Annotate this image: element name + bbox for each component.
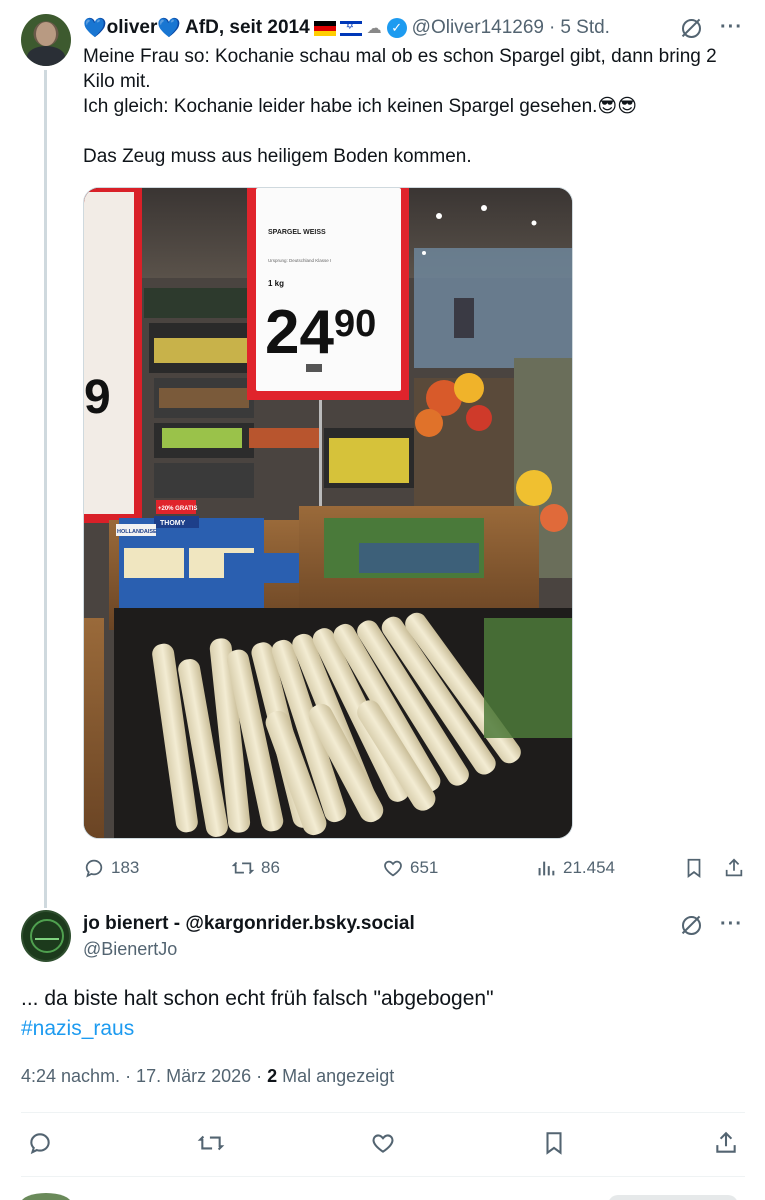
like-count: 651 [410,858,439,877]
tweet-text: ... da biste halt schon echt früh falsch… [21,984,741,1044]
tweet-actions [21,1126,745,1162]
blue-heart-icon: 💙 [83,18,107,39]
bookmark-icon [546,1132,562,1155]
reply-button[interactable]: 183 [83,857,139,879]
share-button[interactable] [713,1130,739,1161]
tweet-meta: 4:24 nachm. · 17. März 2026 · 2 Mal ange… [21,1066,394,1087]
sign-origin: Ursprung: Deutschland Klasse I [268,258,331,263]
more-icon[interactable]: ··· [720,913,743,936]
german-flag-icon [313,20,336,36]
tweet-top-actions: ··· [680,913,743,936]
tray-product: HOLLANDAISE [117,529,157,535]
reply-button[interactable] [27,1130,53,1161]
tray-label: +20% GRATIS [158,506,197,512]
bookmark-icon [687,858,701,878]
next-button[interactable] [608,1195,738,1200]
divider [21,1112,745,1113]
hashtag-link[interactable]: #nazis_raus [21,1014,741,1044]
verified-badge-icon: ✓ [386,18,407,38]
heart-icon [372,1134,394,1153]
reply-icon [85,859,103,878]
grok-icon[interactable] [680,17,702,39]
display-name[interactable]: oliver [107,17,158,39]
tweet-actions: 183 86 651 21.454 [83,857,748,883]
divider [21,1176,745,1177]
heart-icon [384,860,402,877]
avatar-face [36,22,56,46]
asparagus-photo: 9 SPARGEL WEISS Ursprung: Deutschland Kl… [84,188,572,838]
like-button[interactable] [370,1130,396,1161]
tweet-text-line: ... da biste halt schon echt früh falsch… [21,987,494,1010]
share-icon [716,1131,736,1153]
share-icon [725,858,743,877]
bookmark-button[interactable] [541,1130,567,1161]
like-button[interactable]: 651 [382,857,438,879]
display-name-suffix[interactable]: AfD, seit 2014 [185,17,310,39]
user-handle[interactable]: @Oliver141269 [412,17,544,39]
avatar[interactable] [21,910,71,962]
display-name[interactable]: jo bienert - @kargonrider.bsky.social [83,913,415,935]
tweet-top-actions: ··· [680,16,743,39]
blue-heart-icon: 💙 [157,18,182,39]
view-count: 21.454 [563,858,615,877]
repost-icon [231,861,255,875]
views-button[interactable]: 21.454 [535,857,615,879]
tweet-text-line: Das Zeug muss aus heiligem Boden kommen. [83,146,472,167]
timestamp[interactable]: 5 Std. [560,17,610,39]
tweet-header: 💙 oliver 💙 AfD, seit 2014 ☁ ✓ @Oliver141… [83,16,610,40]
repost-button[interactable]: 86 [231,857,280,879]
tweet-text: Meine Frau so: Kochanie schau mal ob es … [83,44,743,169]
share-button[interactable] [723,857,745,879]
thread-connector [44,70,47,908]
reply-count: 183 [111,858,140,877]
tweet-photo[interactable]: 9 SPARGEL WEISS Ursprung: Deutschland Kl… [83,187,573,839]
repost-icon [197,1135,225,1151]
tweet-text-line: Ich gleich: Kochanie leider habe ich kei… [83,96,638,117]
sign-unit: 1 kg [268,279,284,288]
more-icon[interactable]: ··· [720,16,743,39]
next-avatar[interactable] [21,1193,71,1200]
tweet-text-line: Meine Frau so: Kochanie schau mal ob es … [83,46,717,92]
sign-price-cents: 90 [334,303,376,345]
repost-button[interactable] [197,1130,225,1161]
israeli-flag-icon [339,20,362,36]
user-handle[interactable]: @BienertJo [83,939,177,960]
sign-product: SPARGEL WEISS [268,229,326,236]
view-count: 2 [267,1066,278,1086]
left-sign-digit: 9 [84,371,111,424]
separator-dot: · [548,17,556,38]
repost-count: 86 [261,858,280,877]
sign-price-main: 24 [265,298,334,367]
timestamp[interactable]: 4:24 nachm. · 17. März 2026 · [21,1066,267,1086]
reply-icon [30,1133,50,1155]
views-icon [538,861,555,876]
views-label: Mal angezeigt [277,1066,395,1086]
tray-brand: THOMY [160,520,186,527]
bicycle-icon [35,930,59,940]
bookmark-button[interactable] [683,857,705,879]
cloud-emoji-icon: ☁ [366,20,382,37]
avatar[interactable] [21,14,71,66]
avatar-body [27,46,65,66]
grok-icon[interactable] [680,914,702,936]
